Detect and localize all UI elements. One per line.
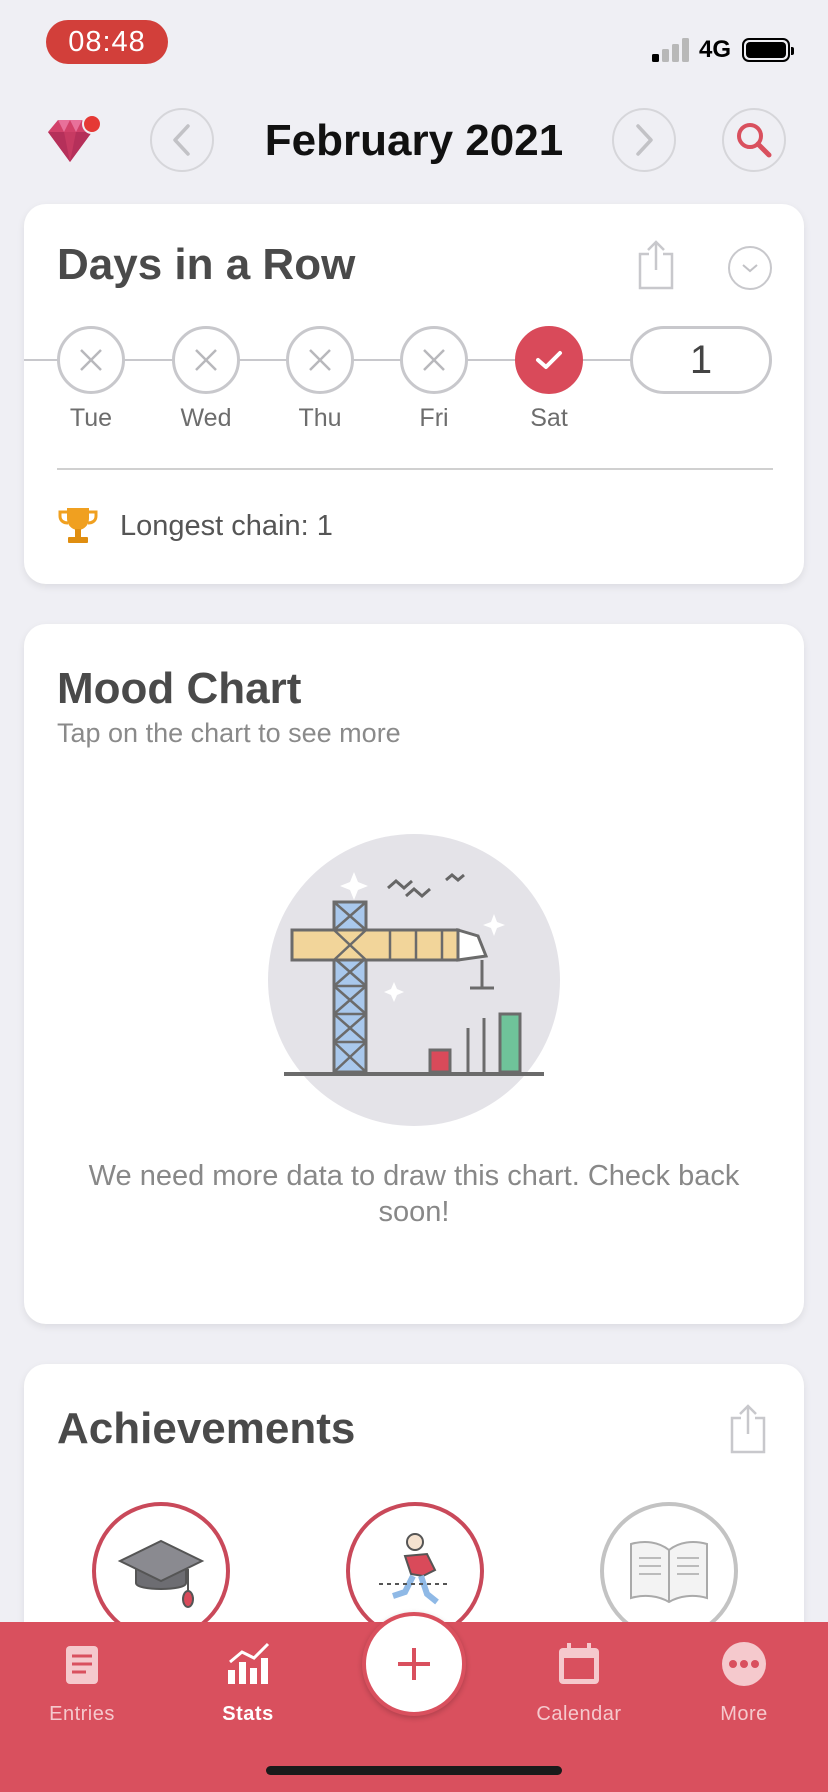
x-icon — [80, 349, 102, 371]
day-thu: Thu — [286, 326, 354, 432]
battery-icon — [742, 38, 794, 62]
header: February 2021 — [0, 96, 828, 186]
chevron-left-icon — [173, 124, 190, 156]
trophy-icon — [58, 508, 98, 543]
day-fri: Fri — [400, 326, 468, 432]
tab-label: Stats — [222, 1703, 274, 1725]
day-label: Tue — [69, 404, 113, 432]
chevron-down-icon — [742, 264, 758, 273]
plus-icon — [398, 1648, 430, 1680]
add-entry-button[interactable] — [362, 1612, 466, 1716]
tab-label: Calendar — [536, 1703, 622, 1725]
tab-more[interactable]: More — [684, 1640, 804, 1726]
completed-day-circle — [515, 326, 583, 394]
more-icon — [722, 1642, 766, 1686]
status-bar: 08:48 4G — [0, 0, 828, 90]
under-construction-illustration — [268, 834, 560, 1126]
achievement-graduation-badge[interactable] — [92, 1502, 230, 1640]
mood-chart-title: Mood Chart — [57, 664, 302, 713]
search-button[interactable] — [722, 108, 786, 172]
entries-icon — [66, 1646, 98, 1684]
calendar-icon — [559, 1643, 599, 1684]
days-in-a-row-card: Days in a Row Tue Wed Thu Fri Sat 1 Long… — [24, 204, 804, 584]
day-wed: Wed — [172, 326, 240, 432]
checkmark-icon — [536, 351, 562, 369]
x-icon — [423, 349, 445, 371]
missed-day-circle — [286, 326, 354, 394]
achievement-reading-badge[interactable] — [600, 1502, 738, 1640]
next-month-button[interactable] — [612, 108, 676, 172]
missed-day-circle — [57, 326, 125, 394]
open-book-icon — [630, 1541, 708, 1604]
share-icon[interactable] — [636, 238, 676, 292]
page-title: February 2021 — [264, 116, 564, 165]
premium-gem-icon[interactable] — [44, 114, 102, 168]
tab-entries[interactable]: Entries — [22, 1640, 142, 1726]
missed-day-circle — [400, 326, 468, 394]
mood-chart-subtitle: Tap on the chart to see more — [57, 718, 401, 748]
divider — [57, 468, 773, 470]
day-label: Fri — [419, 404, 449, 432]
tab-calendar[interactable]: Calendar — [519, 1640, 639, 1726]
x-icon — [195, 349, 217, 371]
status-time: 08:48 — [46, 20, 168, 64]
graduation-cap-icon — [117, 1539, 205, 1608]
longest-chain-label: Longest chain: 1 — [120, 510, 333, 542]
day-label: Thu — [298, 404, 342, 432]
day-label: Sat — [530, 404, 568, 432]
network-label: 4G — [699, 36, 732, 63]
tab-label: Entries — [49, 1703, 115, 1725]
missed-day-circle — [172, 326, 240, 394]
day-sat: Sat — [515, 326, 583, 432]
day-tue: Tue — [57, 326, 125, 432]
home-indicator[interactable] — [266, 1766, 562, 1775]
share-icon[interactable] — [728, 1402, 768, 1456]
signal-icon — [652, 38, 692, 62]
empty-chart-message: We need more data to draw this chart. Ch… — [88, 1160, 740, 1228]
search-icon — [737, 123, 772, 158]
x-icon — [309, 349, 331, 371]
stats-icon — [228, 1642, 270, 1684]
days-in-a-row-title: Days in a Row — [57, 240, 356, 289]
tab-stats[interactable]: Stats — [188, 1640, 308, 1726]
achievements-title: Achievements — [57, 1404, 356, 1453]
chevron-right-icon — [636, 124, 653, 156]
streak-count: 1 — [630, 326, 772, 394]
mood-chart-card[interactable]: Mood Chart Tap on the chart to see more — [24, 624, 804, 1324]
day-label: Wed — [180, 404, 232, 432]
tab-label: More — [720, 1703, 768, 1725]
runner-icon — [379, 1533, 451, 1605]
collapse-button[interactable] — [728, 246, 772, 290]
